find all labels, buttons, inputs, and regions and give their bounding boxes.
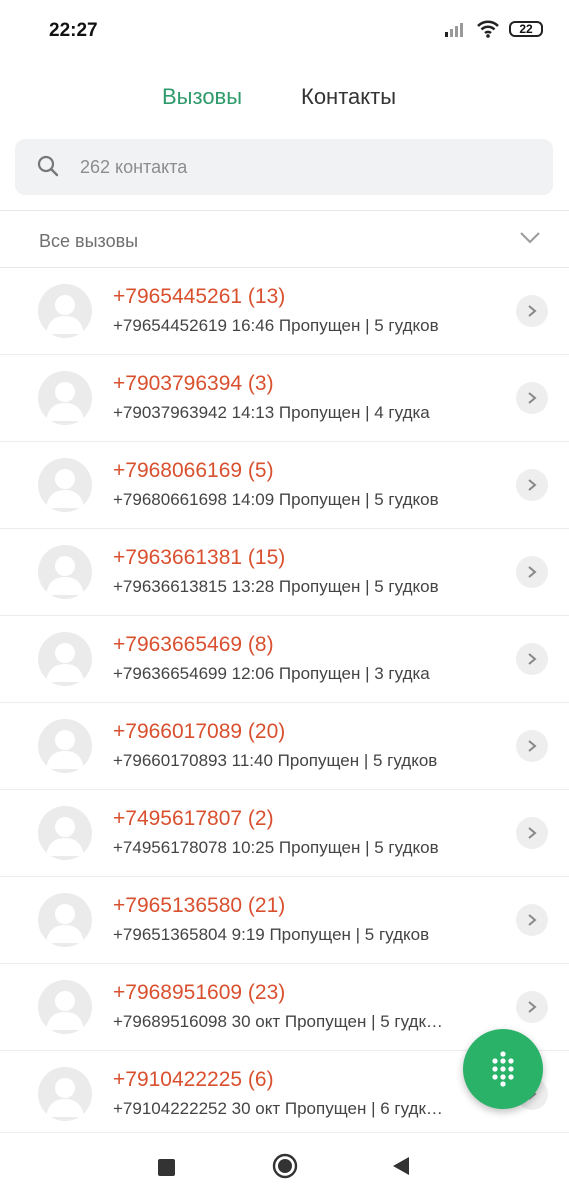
filter-label: Все вызовы	[39, 231, 139, 251]
chevron-right-icon[interactable]	[516, 382, 548, 414]
avatar-icon	[38, 632, 92, 686]
home-circle-icon[interactable]	[272, 1153, 298, 1179]
dialpad-icon	[492, 1051, 514, 1087]
chevron-right-icon[interactable]	[516, 904, 548, 936]
square-icon[interactable]	[158, 1159, 175, 1176]
avatar-icon	[38, 545, 92, 599]
call-title: +7965445261 (13)	[113, 285, 286, 308]
avatar-icon	[38, 284, 92, 338]
avatar-icon	[38, 1067, 92, 1121]
signal-icon	[445, 23, 463, 37]
call-title: +7966017089 (20)	[113, 720, 286, 743]
call-title: +7910422225 (6)	[113, 1068, 274, 1091]
filter-dropdown[interactable]: Все вызовы	[0, 211, 569, 267]
call-details: +79104222252 30 окт Пропущен | 6 гудк…	[113, 1099, 443, 1118]
call-row[interactable]: +7965136580 (21) +79651365804 9:19 Пропу…	[0, 877, 569, 964]
chevron-right-icon[interactable]	[516, 643, 548, 675]
call-row[interactable]: +7495617807 (2) +74956178078 10:25 Пропу…	[0, 790, 569, 877]
call-title: +7968951609 (23)	[113, 981, 286, 1004]
dialpad-button[interactable]	[463, 1029, 543, 1109]
call-title: +7965136580 (21)	[113, 894, 286, 917]
avatar-icon	[38, 893, 92, 947]
call-row[interactable]: +7966017089 (20) +79660170893 11:40 Проп…	[0, 703, 569, 790]
search-input[interactable]: 262 контакта	[15, 139, 553, 195]
chevron-right-icon[interactable]	[516, 730, 548, 762]
wifi-icon	[477, 20, 499, 38]
call-title: +7963661381 (15)	[113, 546, 286, 569]
battery-level: 22	[519, 22, 533, 36]
call-title: +7903796394 (3)	[113, 372, 274, 395]
call-row[interactable]: +7963665469 (8) +79636654699 12:06 Пропу…	[0, 616, 569, 703]
battery-icon: 22	[509, 21, 543, 37]
search-icon	[37, 155, 59, 177]
call-details: +79660170893 11:40 Пропущен | 5 гудков	[113, 751, 438, 770]
avatar-icon	[38, 980, 92, 1034]
tab-contacts[interactable]: Контакты	[301, 84, 396, 110]
call-row[interactable]: +7968066169 (5) +79680661698 14:09 Пропу…	[0, 442, 569, 529]
call-details: +79037963942 14:13 Пропущен | 4 гудка	[113, 403, 430, 422]
call-details: +79636654699 12:06 Пропущен | 3 гудка	[113, 664, 430, 683]
call-title: +7968066169 (5)	[113, 459, 274, 482]
chevron-right-icon[interactable]	[516, 556, 548, 588]
status-time: 22:27	[49, 20, 98, 41]
call-details: +74956178078 10:25 Пропущен | 5 гудков	[113, 838, 439, 857]
call-details: +79689516098 30 окт Пропущен | 5 гудк…	[113, 1012, 443, 1031]
avatar-icon	[38, 719, 92, 773]
chevron-right-icon[interactable]	[516, 469, 548, 501]
avatar-icon	[38, 371, 92, 425]
call-details: +79680661698 14:09 Пропущен | 5 гудков	[113, 490, 439, 509]
call-title: +7495617807 (2)	[113, 807, 274, 830]
navigation-bar	[0, 1132, 569, 1201]
tab-calls[interactable]: Вызовы	[162, 84, 242, 110]
chevron-down-icon	[520, 232, 540, 244]
chevron-right-icon[interactable]	[516, 991, 548, 1023]
call-row[interactable]: +7963661381 (15) +79636613815 13:28 Проп…	[0, 529, 569, 616]
call-row[interactable]: +7965445261 (13) +79654452619 16:46 Проп…	[0, 268, 569, 355]
call-details: +79651365804 9:19 Пропущен | 5 гудков	[113, 925, 430, 944]
avatar-icon	[38, 458, 92, 512]
call-title: +7963665469 (8)	[113, 633, 274, 656]
status-icons: 22	[445, 20, 543, 38]
back-triangle-icon[interactable]	[391, 1155, 411, 1177]
chevron-right-icon[interactable]	[516, 817, 548, 849]
chevron-right-icon[interactable]	[516, 295, 548, 327]
tabs: Вызовы Контакты	[0, 84, 569, 118]
call-list: +7965445261 (13) +79654452619 16:46 Проп…	[0, 268, 569, 1138]
search-placeholder: 262 контакта	[80, 157, 188, 177]
call-row[interactable]: +7903796394 (3) +79037963942 14:13 Пропу…	[0, 355, 569, 442]
call-details: +79654452619 16:46 Пропущен | 5 гудков	[113, 316, 439, 335]
call-details: +79636613815 13:28 Пропущен | 5 гудков	[113, 577, 439, 596]
status-bar: 22:27 22	[0, 0, 569, 62]
avatar-icon	[38, 806, 92, 860]
